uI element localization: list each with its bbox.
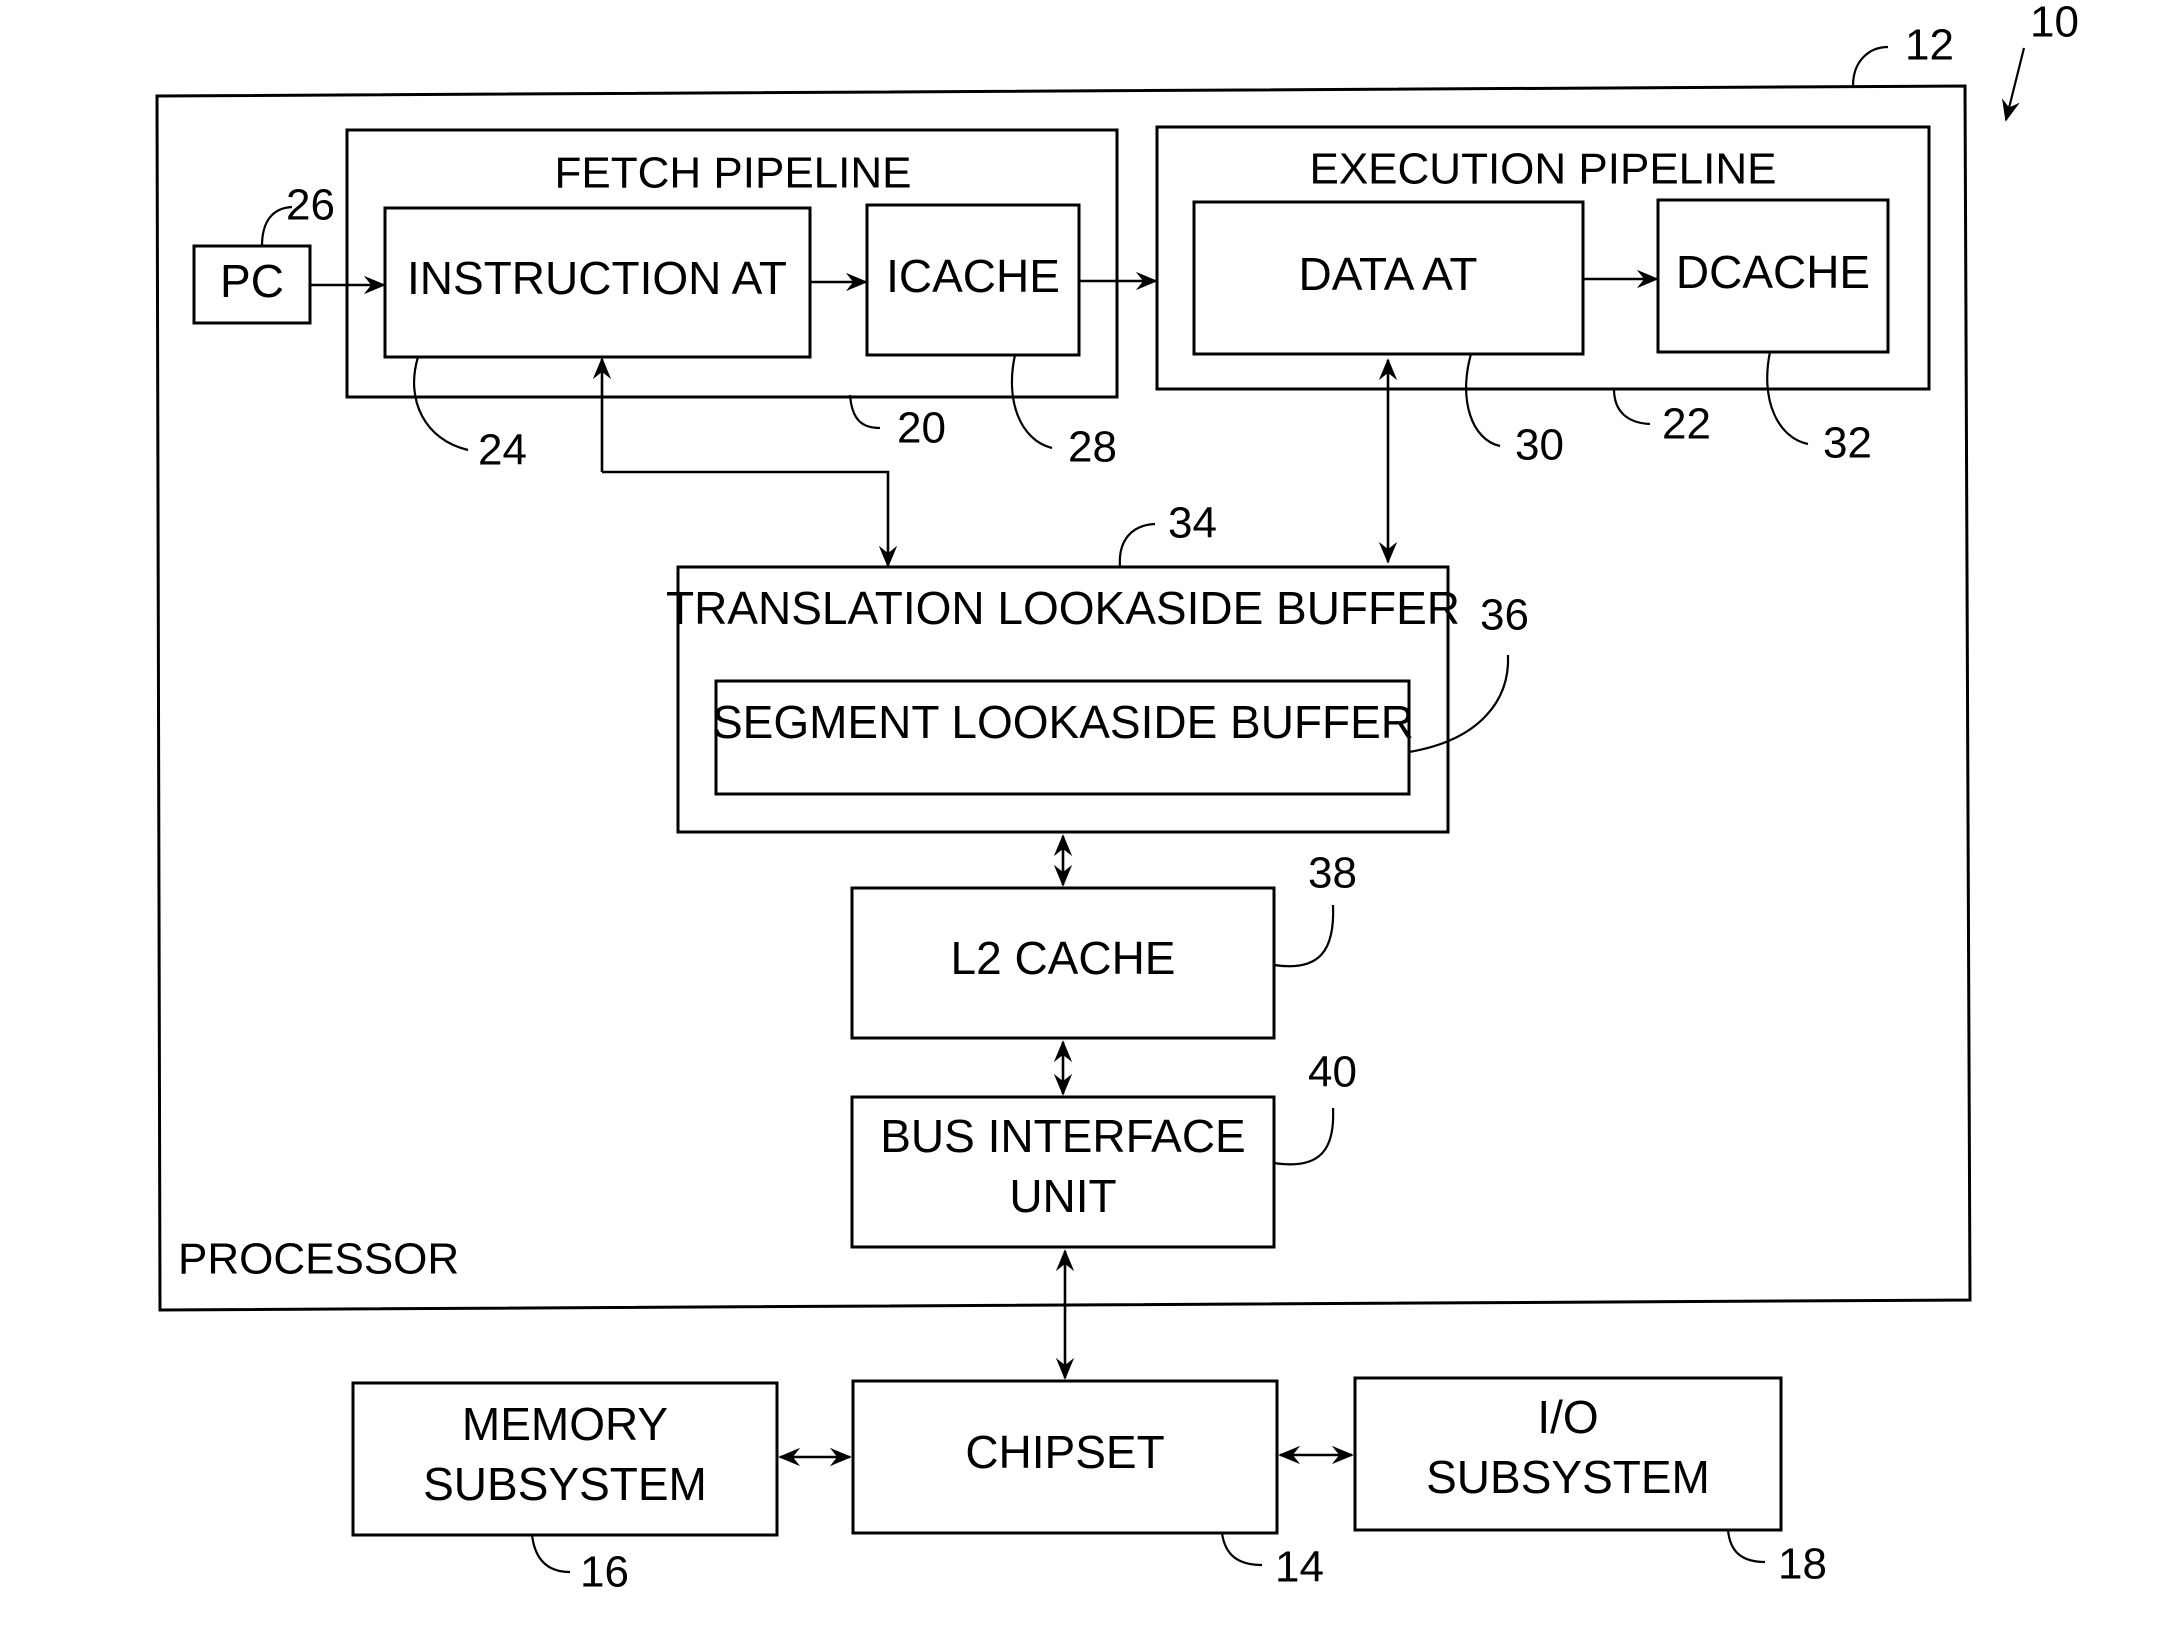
fetch-pipeline-block: FETCH PIPELINE INSTRUCTION AT ICACHE (345, 128, 1119, 399)
ref-30: 30 (1515, 421, 1564, 470)
block-diagram: PROCESSOR FETCH PIPELINE INSTRUCTION AT … (155, 0, 2079, 1597)
leader-16 (530, 1534, 571, 1574)
execution-pipeline-title: EXECUTION PIPELINE (1309, 145, 1776, 194)
ref-14: 14 (1275, 1543, 1324, 1592)
tlb-block: TRANSLATION LOOKASIDE BUFFER SEGMENT LOO… (666, 565, 1460, 834)
leader-18 (1726, 1529, 1766, 1564)
ref-18: 18 (1778, 1540, 1827, 1589)
ref-12: 12 (1905, 21, 1954, 70)
ref-32: 32 (1823, 419, 1872, 468)
ref-16: 16 (580, 1548, 629, 1597)
ref-26: 26 (286, 181, 335, 230)
leader-14 (1220, 1532, 1263, 1567)
ref-40: 40 (1308, 1048, 1357, 1097)
tlb-label: TRANSLATION LOOKASIDE BUFFER (666, 582, 1460, 634)
memory-label-line2: SUBSYSTEM (423, 1458, 707, 1510)
ref-34: 34 (1168, 499, 1217, 548)
io-subsystem-block: I/O SUBSYSTEM (1353, 1376, 1783, 1532)
data-at-label: DATA AT (1299, 248, 1478, 300)
leader-10 (2001, 47, 2026, 122)
biu-label-line2: UNIT (1009, 1170, 1116, 1222)
execution-pipeline-block: EXECUTION PIPELINE DATA AT DCACHE (1155, 125, 1931, 391)
io-label-line2: SUBSYSTEM (1426, 1451, 1710, 1503)
io-label-line1: I/O (1537, 1391, 1598, 1443)
processor-label: PROCESSOR (178, 1235, 459, 1284)
chipset-block: CHIPSET (851, 1379, 1279, 1535)
icache-label: ICACHE (886, 250, 1060, 302)
memory-label-line1: MEMORY (462, 1398, 668, 1450)
ref-28: 28 (1068, 423, 1117, 472)
pc-label: PC (220, 255, 284, 307)
ref-20: 20 (897, 404, 946, 453)
ref-22: 22 (1662, 400, 1711, 449)
chipset-label: CHIPSET (965, 1426, 1164, 1478)
dcache-label: DCACHE (1676, 246, 1870, 298)
instruction-at-label: INSTRUCTION AT (407, 252, 787, 304)
l2-cache-label: L2 CACHE (951, 932, 1176, 984)
memory-subsystem-block: MEMORY SUBSYSTEM (351, 1381, 779, 1537)
fetch-pipeline-title: FETCH PIPELINE (555, 149, 912, 198)
ref-10: 10 (2030, 0, 2079, 47)
ref-38: 38 (1308, 849, 1357, 898)
biu-label-line1: BUS INTERFACE (880, 1110, 1246, 1162)
ref-36: 36 (1480, 591, 1529, 640)
leader-12 (1851, 45, 1889, 87)
pc-block: PC (192, 244, 312, 325)
slb-label: SEGMENT LOOKASIDE BUFFER (712, 696, 1414, 748)
l2-cache-block: L2 CACHE (850, 886, 1276, 1040)
ref-24: 24 (478, 426, 527, 475)
biu-block: BUS INTERFACE UNIT (850, 1095, 1276, 1249)
